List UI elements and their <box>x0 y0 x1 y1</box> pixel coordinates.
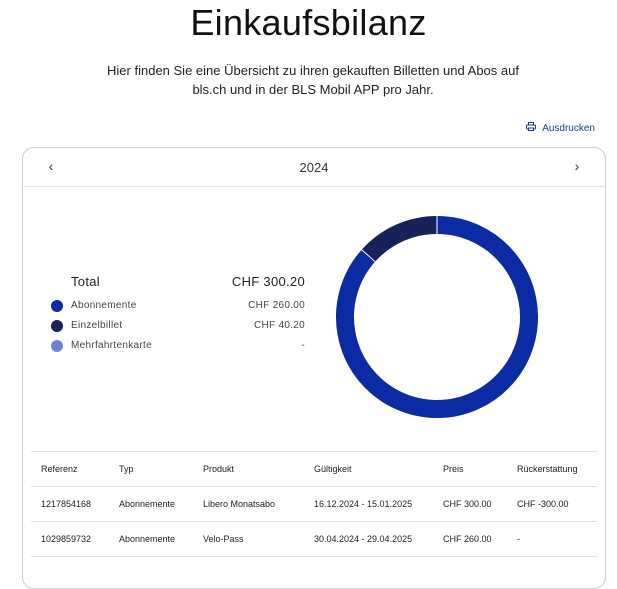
column-header: Rückerstattung <box>507 451 597 487</box>
column-header: Gültigkeit <box>304 451 433 487</box>
legend-dot-icon <box>51 320 63 332</box>
summary-item-value: - <box>301 340 305 351</box>
year-label: 2024 <box>299 160 329 175</box>
table-row[interactable]: 1029859732 Abonnemente Velo-Pass 30.04.2… <box>31 521 597 557</box>
legend-dot-icon <box>51 340 63 352</box>
total-value: CHF 300.20 <box>231 274 305 289</box>
purchase-summary-card: ‹ 2024 › Total CHF 300.20 Abonnemente CH… <box>22 147 606 589</box>
legend-dot-icon <box>51 300 63 312</box>
table-cell: 16.12.2024 - 15.01.2025 <box>304 486 433 522</box>
donut-segment-einzelbillet <box>361 216 438 262</box>
summary-item-label: Abonnemente <box>71 300 137 311</box>
print-button[interactable]: Ausdrucken <box>526 122 595 134</box>
summary-item-label: Mehrfahrtenkarte <box>71 340 152 351</box>
year-selector: ‹ 2024 › <box>23 148 605 187</box>
printer-icon <box>526 122 537 134</box>
table-cell: Abonnemente <box>109 521 193 557</box>
purchases-table: Referenz Typ Produkt Gültigkeit Preis Rü… <box>31 451 597 557</box>
chevron-right-icon[interactable]: › <box>567 156 587 176</box>
page-intro: Hier finden Sie eine Übersicht zu ihren … <box>107 63 519 97</box>
summary-item-mehrfahrtenkarte: Mehrfahrtenkarte - <box>51 340 305 360</box>
column-header: Preis <box>433 451 507 487</box>
table-cell: Libero Monatsabo <box>193 486 304 522</box>
table-cell: 30.04.2024 - 29.04.2025 <box>304 521 433 557</box>
table-cell: CHF 260.00 <box>433 521 507 557</box>
table-cell: CHF 300.00 <box>433 486 507 522</box>
table-cell: 1029859732 <box>31 521 109 557</box>
summary-item-value: CHF 260.00 <box>248 300 305 311</box>
table-cell: Abonnemente <box>109 486 193 522</box>
summary-item-value: CHF 40.20 <box>253 320 305 331</box>
table-cell: Velo-Pass <box>193 521 304 557</box>
print-label: Ausdrucken <box>542 122 595 134</box>
table-cell: - <box>507 521 597 557</box>
table-row[interactable]: 1217854168 Abonnemente Libero Monatsabo … <box>31 486 597 522</box>
total-label: Total <box>71 274 100 289</box>
column-header: Referenz <box>31 451 109 487</box>
summary-list: Total CHF 300.20 Abonnemente CHF 260.00 … <box>51 274 305 360</box>
table-cell: CHF -300.00 <box>507 486 597 522</box>
page-title: Einkaufsbilanz <box>190 2 427 43</box>
summary-item-abonnemente: Abonnemente CHF 260.00 <box>51 300 305 320</box>
table-cell: 1217854168 <box>31 486 109 522</box>
column-header: Typ <box>109 451 193 487</box>
donut-chart <box>336 216 538 418</box>
column-header: Produkt <box>193 451 304 487</box>
table-header-row: Referenz Typ Produkt Gültigkeit Preis Rü… <box>31 451 597 487</box>
summary-item-einzelbillet: Einzelbillet CHF 40.20 <box>51 320 305 340</box>
summary-item-label: Einzelbillet <box>71 320 123 331</box>
total-row: Total CHF 300.20 <box>71 274 305 300</box>
